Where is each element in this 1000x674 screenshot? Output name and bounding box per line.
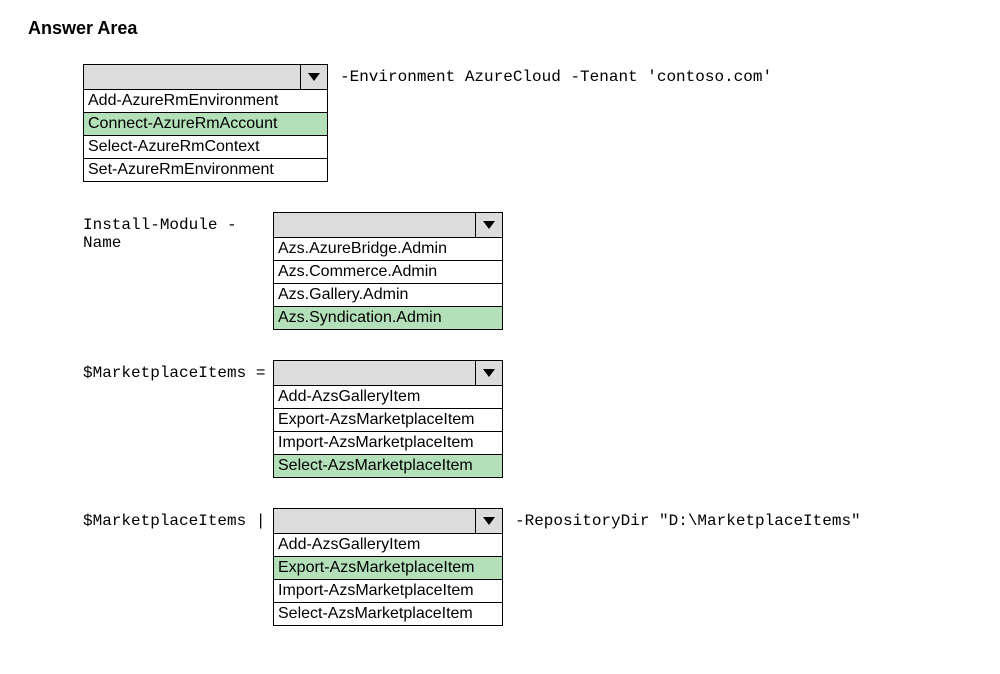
option[interactable]: Add-AzsGalleryItem: [274, 534, 502, 556]
option[interactable]: Add-AzureRmEnvironment: [84, 90, 327, 112]
dropdown-4: Add-AzsGalleryItem Export-AzsMarketplace…: [273, 508, 503, 626]
dropdown-3-options: Add-AzsGalleryItem Export-AzsMarketplace…: [273, 386, 503, 478]
row-4: $MarketplaceItems | Add-AzsGalleryItem E…: [83, 508, 972, 626]
dropdown-4-toggle[interactable]: [273, 508, 503, 534]
row-2: Install-Module -Name Azs.AzureBridge.Adm…: [83, 212, 972, 330]
row-3-prefix: $MarketplaceItems =: [83, 360, 273, 382]
dropdown-1: Add-AzureRmEnvironment Connect-AzureRmAc…: [83, 64, 328, 182]
row-1-suffix: -Environment AzureCloud -Tenant 'contoso…: [340, 64, 772, 86]
row-4-prefix: $MarketplaceItems |: [83, 508, 273, 530]
option[interactable]: Azs.Commerce.Admin: [274, 260, 502, 283]
chevron-down-icon: [300, 65, 327, 89]
row-1: Add-AzureRmEnvironment Connect-AzureRmAc…: [83, 64, 972, 182]
dropdown-2-options: Azs.AzureBridge.Admin Azs.Commerce.Admin…: [273, 238, 503, 330]
option[interactable]: Export-AzsMarketplaceItem: [274, 556, 502, 579]
page-title: Answer Area: [28, 18, 972, 39]
option[interactable]: Select-AzureRmContext: [84, 135, 327, 158]
option[interactable]: Azs.Syndication.Admin: [274, 306, 502, 329]
dropdown-1-options: Add-AzureRmEnvironment Connect-AzureRmAc…: [83, 90, 328, 182]
dropdown-2-toggle[interactable]: [273, 212, 503, 238]
option[interactable]: Export-AzsMarketplaceItem: [274, 408, 502, 431]
option[interactable]: Select-AzsMarketplaceItem: [274, 602, 502, 625]
option[interactable]: Azs.Gallery.Admin: [274, 283, 502, 306]
option[interactable]: Select-AzsMarketplaceItem: [274, 454, 502, 477]
chevron-down-icon: [475, 361, 502, 385]
option[interactable]: Add-AzsGalleryItem: [274, 386, 502, 408]
dropdown-3-toggle[interactable]: [273, 360, 503, 386]
dropdown-2: Azs.AzureBridge.Admin Azs.Commerce.Admin…: [273, 212, 503, 330]
dropdown-1-toggle[interactable]: [83, 64, 328, 90]
option[interactable]: Import-AzsMarketplaceItem: [274, 431, 502, 454]
dropdown-4-options: Add-AzsGalleryItem Export-AzsMarketplace…: [273, 534, 503, 626]
row-2-prefix: Install-Module -Name: [83, 212, 273, 252]
option[interactable]: Connect-AzureRmAccount: [84, 112, 327, 135]
option[interactable]: Import-AzsMarketplaceItem: [274, 579, 502, 602]
chevron-down-icon: [475, 509, 502, 533]
option[interactable]: Set-AzureRmEnvironment: [84, 158, 327, 181]
option[interactable]: Azs.AzureBridge.Admin: [274, 238, 502, 260]
dropdown-3: Add-AzsGalleryItem Export-AzsMarketplace…: [273, 360, 503, 478]
row-3: $MarketplaceItems = Add-AzsGalleryItem E…: [83, 360, 972, 478]
row-4-suffix: -RepositoryDir "D:\MarketplaceItems": [515, 508, 861, 530]
chevron-down-icon: [475, 213, 502, 237]
